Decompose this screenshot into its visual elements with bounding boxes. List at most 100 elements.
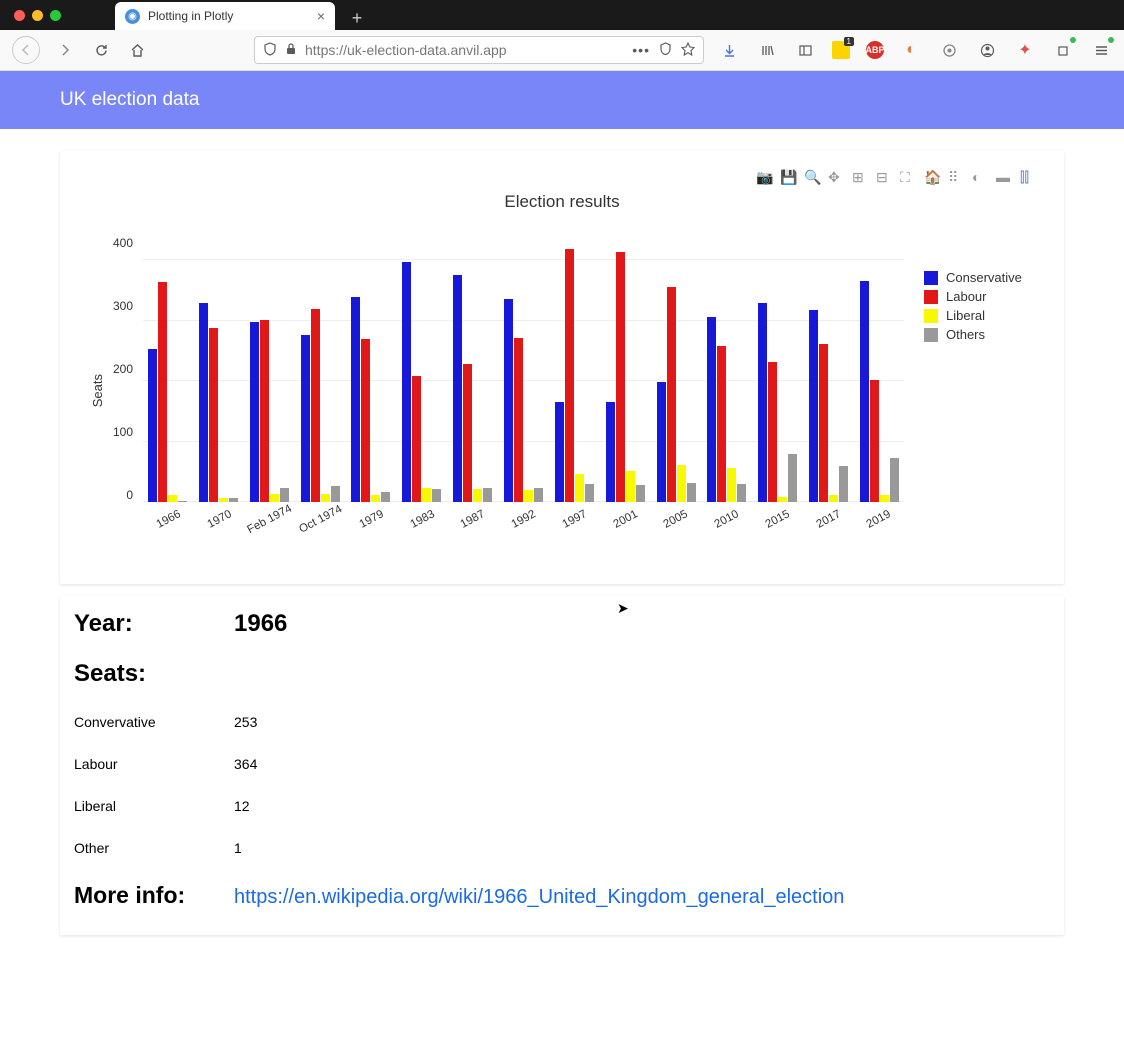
extension-button-2[interactable] <box>938 39 960 61</box>
bookmark-star-icon[interactable] <box>681 42 695 59</box>
sidebar-button[interactable] <box>794 39 816 61</box>
bar-group[interactable] <box>702 317 751 502</box>
legend-item-labour[interactable]: Labour <box>924 289 1034 304</box>
modebar-hover-icon[interactable]: ⠿ <box>948 169 966 186</box>
minimize-window-button[interactable] <box>32 10 43 21</box>
bar-lib[interactable] <box>575 474 584 502</box>
url-bar[interactable]: https://uk-election-data.anvil.app ••• <box>254 36 704 64</box>
bar-group[interactable] <box>296 309 345 502</box>
bar-group[interactable] <box>194 303 243 503</box>
bar-con[interactable] <box>199 303 208 503</box>
bar-lab[interactable] <box>514 338 523 502</box>
lock-icon[interactable] <box>285 42 297 58</box>
bar-lab[interactable] <box>361 339 370 502</box>
modebar-camera-icon[interactable]: 📷 <box>756 169 774 186</box>
bar-group[interactable] <box>753 303 802 503</box>
modebar-zoom-in-icon[interactable]: ⊞ <box>852 169 870 186</box>
page-actions-icon[interactable]: ••• <box>632 42 650 58</box>
bar-con[interactable] <box>707 317 716 502</box>
modebar-pan-icon[interactable]: ✥ <box>828 169 846 186</box>
bar-oth[interactable] <box>890 458 899 502</box>
library-button[interactable] <box>756 39 778 61</box>
chart-body[interactable]: Seats 4003002001000 19661970Feb 1974Oct … <box>80 236 1044 566</box>
extension-button-1[interactable]: ◐ <box>900 39 922 61</box>
bar-con[interactable] <box>555 402 564 502</box>
bar-lab[interactable] <box>717 346 726 502</box>
bar-group[interactable] <box>550 249 599 502</box>
bar-group[interactable] <box>855 281 904 502</box>
extension-passwords-button[interactable]: 1 <box>832 41 850 59</box>
bar-group[interactable] <box>397 262 446 502</box>
modebar-zoom-icon[interactable]: 🔍 <box>804 169 822 186</box>
bar-group[interactable] <box>448 275 497 502</box>
back-button[interactable] <box>12 36 40 64</box>
maximize-window-button[interactable] <box>50 10 61 21</box>
moreinfo-link[interactable]: https://en.wikipedia.org/wiki/1966_Unite… <box>234 886 844 909</box>
bar-lab[interactable] <box>311 309 320 502</box>
forward-button[interactable] <box>54 39 76 61</box>
bar-con[interactable] <box>657 382 666 502</box>
modebar-reset-icon[interactable]: 🏠 <box>924 169 942 186</box>
downloads-button[interactable] <box>718 39 740 61</box>
bar-lib[interactable] <box>626 471 635 502</box>
modebar-logo-icon[interactable]: ⫿⫿ <box>1020 169 1038 186</box>
reload-button[interactable] <box>90 39 112 61</box>
bar-lib[interactable] <box>473 489 482 502</box>
bar-lab[interactable] <box>463 364 472 502</box>
modebar-save-icon[interactable]: 💾 <box>780 169 798 186</box>
bar-group[interactable] <box>652 287 701 502</box>
bar-con[interactable] <box>402 262 411 502</box>
close-tab-button[interactable]: × <box>317 8 325 24</box>
bar-con[interactable] <box>250 322 259 502</box>
extensions-menu-button[interactable] <box>1052 39 1074 61</box>
extension-button-3[interactable]: ✦ <box>1014 39 1036 61</box>
bar-group[interactable] <box>804 310 853 502</box>
bar-con[interactable] <box>148 349 157 502</box>
legend-item-others[interactable]: Others <box>924 327 1034 342</box>
bar-con[interactable] <box>301 335 310 502</box>
bar-lab[interactable] <box>870 380 879 502</box>
reader-view-icon[interactable] <box>658 41 673 59</box>
bar-con[interactable] <box>758 303 767 503</box>
bar-lab[interactable] <box>158 282 167 502</box>
modebar-autoscale-icon[interactable]: ⛶ <box>900 169 918 186</box>
bar-group[interactable] <box>346 297 395 502</box>
bar-con[interactable] <box>504 299 513 502</box>
bar-lab[interactable] <box>616 252 625 502</box>
browser-tab-active[interactable]: ◉ Plotting in Plotly × <box>115 2 335 30</box>
legend-item-liberal[interactable]: Liberal <box>924 308 1034 323</box>
bar-lab[interactable] <box>260 320 269 502</box>
modebar-zoom-out-icon[interactable]: ⊟ <box>876 169 894 186</box>
app-menu-button[interactable] <box>1090 39 1112 61</box>
modebar-select-icon[interactable]: ▬ <box>996 169 1014 186</box>
bar-con[interactable] <box>860 281 869 502</box>
bar-con[interactable] <box>453 275 462 502</box>
bar-lab[interactable] <box>565 249 574 502</box>
bar-con[interactable] <box>809 310 818 502</box>
bar-con[interactable] <box>606 402 615 502</box>
bar-lab[interactable] <box>819 344 828 502</box>
bar-lab[interactable] <box>209 328 218 502</box>
modebar-lasso-icon[interactable]: ◐ <box>972 169 990 186</box>
bar-lib[interactable] <box>727 468 736 502</box>
plot-area[interactable]: 4003002001000 19661970Feb 1974Oct 197419… <box>105 236 904 546</box>
tab-favicon-icon: ◉ <box>125 9 140 24</box>
bar-lib[interactable] <box>422 488 431 502</box>
legend-item-conservative[interactable]: Conservative <box>924 270 1034 285</box>
extension-adblock-button[interactable]: ABP <box>866 41 884 59</box>
home-button[interactable] <box>126 39 148 61</box>
bar-group[interactable] <box>601 252 650 502</box>
close-window-button[interactable] <box>14 10 25 21</box>
bar-group[interactable] <box>499 299 548 502</box>
bar-lab[interactable] <box>768 362 777 502</box>
shield-icon[interactable] <box>263 42 277 59</box>
bar-lib[interactable] <box>677 465 686 502</box>
bar-lab[interactable] <box>667 287 676 502</box>
bar-lab[interactable] <box>412 376 421 502</box>
bar-con[interactable] <box>351 297 360 502</box>
new-tab-button[interactable]: + <box>345 6 369 30</box>
bar-group[interactable] <box>143 282 192 502</box>
bar-group[interactable] <box>245 320 294 502</box>
account-button[interactable] <box>976 39 998 61</box>
bar-oth[interactable] <box>788 454 797 502</box>
